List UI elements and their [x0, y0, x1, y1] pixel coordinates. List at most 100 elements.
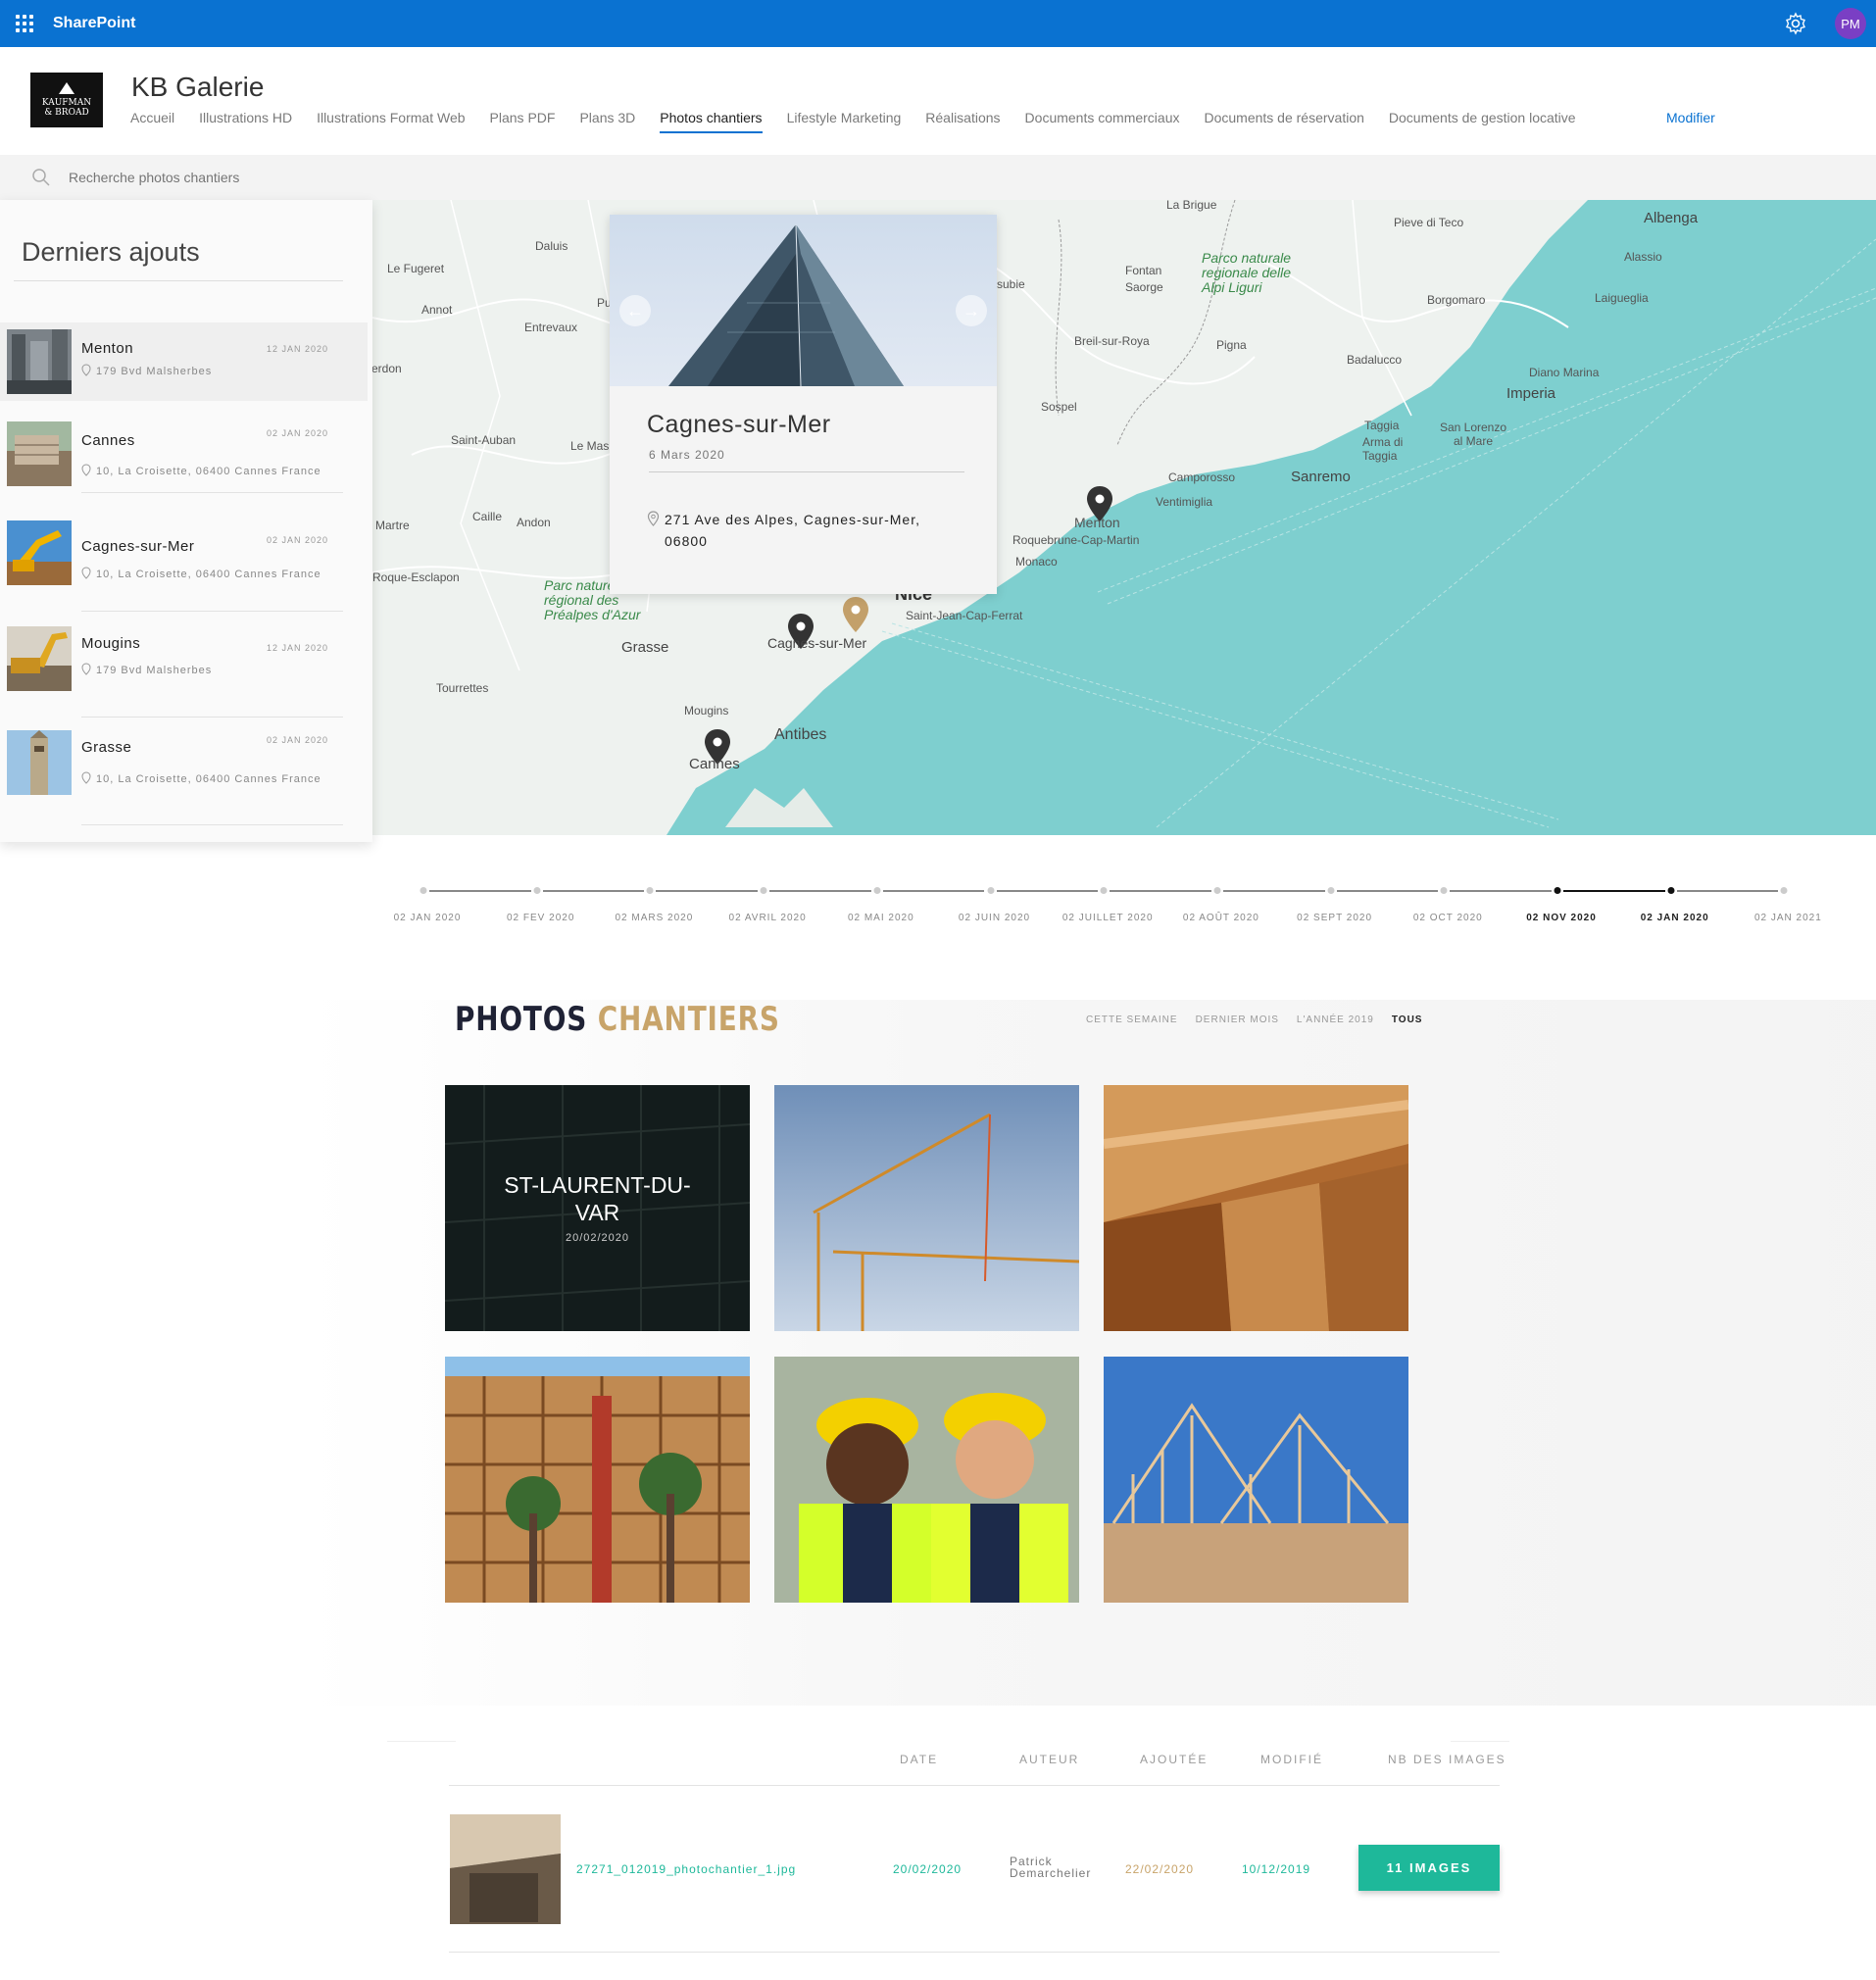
gear-icon[interactable] — [1784, 12, 1807, 35]
timeline-segment — [1110, 890, 1211, 892]
timeline-point[interactable] — [420, 887, 427, 894]
sharepoint-brand[interactable]: SharePoint — [53, 15, 135, 32]
gallery-tile[interactable] — [774, 1357, 1079, 1603]
recent-item[interactable]: Mougins 12 JAN 2020 179 Bvd Malsherbes — [0, 619, 368, 718]
recent-thumb — [7, 626, 72, 691]
map-label: Alassio — [1624, 250, 1662, 264]
timeline-point[interactable] — [1327, 887, 1335, 894]
suite-bar: SharePoint PM — [0, 0, 1876, 47]
timeline-label[interactable]: 02 NOV 2020 — [1526, 913, 1597, 923]
timeline-label[interactable]: 02 SEPT 2020 — [1297, 913, 1372, 923]
section-title: PHOTOS CHANTIERS — [455, 1000, 780, 1039]
popup-next-arrow-icon[interactable]: → — [956, 295, 987, 326]
timeline-point[interactable] — [1667, 887, 1675, 894]
nav-illustrations-web[interactable]: Illustrations Format Web — [317, 110, 465, 133]
recent-thumb — [7, 730, 72, 795]
divider — [81, 611, 343, 612]
timeline-label[interactable]: 02 AVRIL 2020 — [729, 913, 807, 923]
column-header-author[interactable]: AUTEUR — [1019, 1753, 1079, 1766]
nav-illustrations-hd[interactable]: Illustrations HD — [199, 110, 292, 133]
map[interactable]: La Brigue Pieve di Teco Albenga Alassio … — [372, 200, 1876, 835]
tile-photo — [1104, 1357, 1408, 1603]
filter-year-2019[interactable]: L'ANNÉE 2019 — [1297, 1015, 1374, 1025]
map-label: Borgomaro — [1427, 293, 1486, 307]
gallery-tile[interactable] — [445, 1357, 750, 1603]
recent-item-address: 10, La Croisette, 06400 Cannes France — [81, 771, 321, 785]
gallery-tile[interactable] — [774, 1085, 1079, 1331]
gallery-tile-featured[interactable]: ST-LAURENT-DU-VAR 20/02/2020 — [445, 1085, 750, 1331]
timeline-point[interactable] — [1554, 887, 1561, 894]
recent-item-name: Cannes — [81, 432, 135, 449]
tile-photo — [1104, 1085, 1408, 1331]
timeline-point[interactable] — [533, 887, 541, 894]
site-title[interactable]: KB Galerie — [131, 72, 264, 103]
filter-this-week[interactable]: CETTE SEMAINE — [1086, 1015, 1178, 1025]
timeline-label[interactable]: 02 MAI 2020 — [848, 913, 914, 923]
nav-plans-pdf[interactable]: Plans PDF — [490, 110, 556, 133]
gallery-tile[interactable] — [1104, 1357, 1408, 1603]
timeline-label[interactable]: 02 FEV 2020 — [507, 913, 574, 923]
timeline-label[interactable]: 02 JAN 2021 — [1754, 913, 1822, 923]
timeline-label[interactable]: 02 JUIN 2020 — [959, 913, 1030, 923]
date-timeline[interactable]: 02 JAN 2020 02 FEV 2020 02 MARS 2020 02 AVR… — [392, 878, 1823, 927]
map-label: Laigueglia — [1595, 291, 1649, 305]
timeline-point[interactable] — [760, 887, 767, 894]
filter-last-month[interactable]: DERNIER MOIS — [1196, 1015, 1279, 1025]
nav-documents-reservation[interactable]: Documents de réservation — [1204, 110, 1363, 133]
column-header-modified[interactable]: MODIFIÉ — [1260, 1753, 1323, 1766]
timeline-point[interactable] — [1780, 887, 1788, 894]
column-header-date[interactable]: DATE — [900, 1753, 938, 1766]
recent-title: Derniers ajouts — [22, 237, 200, 267]
timeline-label[interactable]: 02 JUILLET 2020 — [1062, 913, 1154, 923]
timeline-point[interactable] — [873, 887, 881, 894]
nav-documents-commerciaux[interactable]: Documents commerciaux — [1025, 110, 1180, 133]
map-label: erdon — [372, 362, 402, 375]
recent-additions-panel: Derniers ajouts Menton 12 JAN 2020 179 B… — [0, 200, 372, 842]
timeline-point[interactable] — [1100, 887, 1108, 894]
edit-link[interactable]: Modifier — [1666, 110, 1715, 125]
row-filename[interactable]: 27271_012019_photochantier_1.jpg — [576, 1862, 796, 1876]
column-header-added[interactable]: AJOUTÉE — [1140, 1753, 1208, 1766]
timeline-label[interactable]: 02 MARS 2020 — [615, 913, 693, 923]
recent-item[interactable]: Grasse 02 JAN 2020 10, La Croisette, 064… — [0, 723, 368, 825]
location-pin-icon — [81, 464, 91, 476]
column-header-image-count[interactable]: NB DES IMAGES — [1388, 1753, 1506, 1766]
map-label: subie — [997, 277, 1025, 291]
recent-item[interactable]: Menton 12 JAN 2020 179 Bvd Malsherbes — [0, 322, 368, 401]
timeline-label[interactable]: 02 JAN 2020 — [394, 913, 462, 923]
map-label: Saorge — [1125, 280, 1163, 294]
kaufman-broad-logo[interactable]: KAUFMAN & BROAD — [30, 73, 103, 127]
avatar[interactable]: PM — [1835, 8, 1866, 39]
timeline-segment — [996, 890, 1099, 892]
recent-item[interactable]: Cagnes-sur-Mer 02 JAN 2020 10, La Croise… — [0, 514, 368, 612]
timeline-point[interactable] — [987, 887, 994, 894]
view-images-button[interactable]: 11 IMAGES — [1358, 1845, 1500, 1891]
nav-documents-gestion[interactable]: Documents de gestion locative — [1389, 110, 1576, 133]
timeline-label[interactable]: 02 OCT 2020 — [1413, 913, 1483, 923]
filter-all[interactable]: TOUS — [1392, 1015, 1423, 1025]
popup-prev-arrow-icon[interactable]: ← — [619, 295, 651, 326]
map-label: Roque-Esclapon — [372, 570, 460, 584]
recent-thumb — [7, 421, 72, 486]
nav-accueil[interactable]: Accueil — [130, 110, 174, 133]
tile-photo — [774, 1085, 1079, 1331]
recent-item[interactable]: Cannes 02 JAN 2020 10, La Croisette, 064… — [0, 415, 368, 493]
timeline-point[interactable] — [1213, 887, 1221, 894]
timeline-label[interactable]: 02 AOÛT 2020 — [1183, 913, 1259, 923]
gallery-tile[interactable] — [1104, 1085, 1408, 1331]
timeline-point[interactable] — [646, 887, 654, 894]
divider — [81, 824, 343, 825]
nav-lifestyle-marketing[interactable]: Lifestyle Marketing — [787, 110, 902, 133]
map-label: Caille — [472, 510, 503, 523]
search-input[interactable] — [69, 170, 559, 185]
recent-item-date: 12 JAN 2020 — [267, 344, 329, 354]
timeline-segment — [769, 890, 871, 892]
app-launcher-icon[interactable] — [14, 13, 35, 34]
divider — [1451, 1741, 1509, 1742]
nav-photos-chantiers[interactable]: Photos chantiers — [660, 110, 763, 133]
timeline-point[interactable] — [1440, 887, 1448, 894]
nav-realisations[interactable]: Réalisations — [925, 110, 1000, 133]
timeline-label[interactable]: 02 JAN 2020 — [1641, 913, 1709, 923]
map-label: Cannes — [689, 756, 740, 772]
nav-plans-3d[interactable]: Plans 3D — [579, 110, 635, 133]
